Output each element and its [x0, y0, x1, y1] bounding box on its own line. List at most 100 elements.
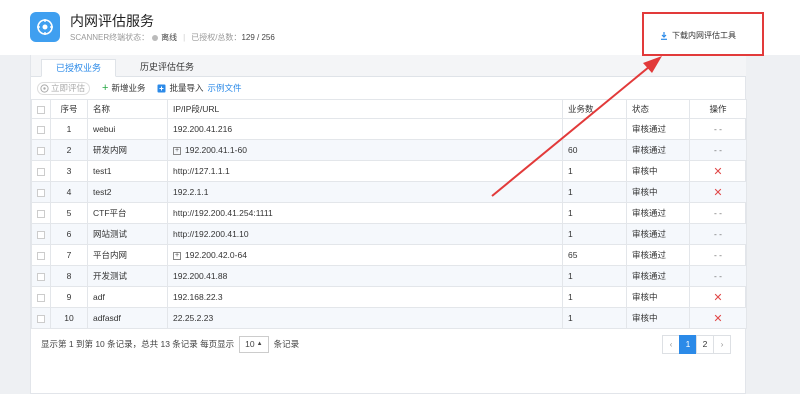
table-footer: 显示第 1 到第 10 条记录，总共 13 条记录 每页显示 10 ▲ 条记录	[41, 335, 299, 353]
cell-no: 2	[50, 139, 88, 161]
cell-name: 网站测试	[87, 223, 168, 245]
pagination-page-button[interactable]: 2	[696, 335, 714, 354]
table-row[interactable]: 9 adf 192.168.22.3 1 审核中 ✕	[31, 286, 747, 308]
page-title: 内网评估服务	[70, 13, 154, 29]
select-all-cell	[31, 99, 51, 119]
page-size-select[interactable]: 10 ▲	[239, 335, 269, 353]
records-unit: 条记录	[273, 339, 300, 349]
record-summary: 显示第 1 到第 10 条记录，总共 13 条记录 每页显示	[41, 339, 235, 349]
table-row[interactable]: 4 test2 192.2.1.1 1 审核中 ✕	[31, 181, 747, 203]
cell-operation: - -	[689, 139, 747, 161]
cell-count: 1	[562, 307, 627, 329]
pagination: ‹ 1 2 ›	[662, 335, 731, 354]
cell-count: 65	[562, 244, 627, 266]
page-size-value: 10	[245, 339, 255, 349]
no-operation: - -	[713, 145, 723, 155]
expand-icon[interactable]: +	[173, 251, 181, 260]
row-checkbox[interactable]	[37, 146, 45, 155]
row-checkbox[interactable]	[37, 293, 45, 302]
cell-count: 1	[562, 181, 627, 203]
cell-ip-text: 192.2.1.1	[173, 187, 209, 197]
cell-count: 1	[562, 265, 627, 287]
column-header-status[interactable]: 状态	[626, 99, 690, 119]
table-row[interactable]: 2 研发内网 +192.200.41.1-60 60 审核通过 - -	[31, 139, 747, 161]
select-all-checkbox[interactable]	[37, 105, 45, 114]
caret-down-icon: ▲	[256, 341, 263, 347]
cell-ip: 192.200.41.88	[167, 265, 563, 287]
cell-ip: 192.168.22.3	[167, 286, 563, 308]
delete-icon[interactable]: ✕	[713, 292, 722, 304]
pagination-prev-button[interactable]: ‹	[662, 335, 680, 354]
plus-icon: +	[102, 82, 109, 94]
table-row[interactable]: 10 adfasdf 22.25.2.23 1 审核中 ✕	[31, 307, 747, 329]
column-header-ip[interactable]: IP/IP段/URL	[167, 99, 563, 119]
download-tool-label: 下载内网评估工具	[672, 31, 736, 40]
column-header-count[interactable]: 业务数	[562, 99, 627, 119]
row-checkbox[interactable]	[37, 125, 45, 134]
cell-no: 8	[50, 265, 88, 287]
row-checkbox[interactable]	[37, 209, 45, 218]
download-tool-link[interactable]: 下载内网评估工具	[660, 30, 736, 41]
no-operation: - -	[713, 208, 723, 218]
cell-status: 审核中	[626, 307, 690, 329]
cell-no: 7	[50, 244, 88, 266]
row-checkbox[interactable]	[37, 272, 45, 281]
table-row[interactable]: 6 网站测试 http://192.200.41.10 1 审核通过 - -	[31, 223, 747, 245]
delete-icon[interactable]: ✕	[713, 313, 722, 325]
tab-authorized-business[interactable]: 已授权业务	[41, 59, 117, 77]
cell-count: 1	[562, 286, 627, 308]
column-header-operation: 操作	[689, 99, 747, 119]
pagination-next-button[interactable]: ›	[713, 335, 731, 354]
cell-no: 9	[50, 286, 88, 308]
row-checkbox[interactable]	[37, 167, 45, 176]
cell-no: 3	[50, 160, 88, 182]
cell-operation: - -	[689, 118, 747, 140]
cell-no: 10	[50, 307, 88, 329]
row-checkbox[interactable]	[37, 230, 45, 239]
cell-status: 审核通过	[626, 202, 690, 224]
cell-name: 平台内网	[87, 244, 168, 266]
cell-count: 1	[562, 202, 627, 224]
cell-count	[562, 118, 627, 140]
cell-name: CTF平台	[87, 202, 168, 224]
business-table: 序号 名称 IP/IP段/URL 业务数 状态 操作 1 webui 192.200…	[31, 99, 747, 329]
batch-import-label: 批量导入	[169, 83, 204, 93]
cell-ip-text: 192.200.41.1-60	[185, 145, 247, 155]
no-operation: - -	[713, 124, 723, 134]
evaluate-now-label: 立即评估	[51, 83, 86, 93]
table-row[interactable]: 1 webui 192.200.41.216 审核通过 - -	[31, 118, 747, 140]
add-business-button[interactable]: + 新增业务	[102, 82, 145, 94]
batch-import-button[interactable]: 批量导入	[157, 82, 203, 94]
row-checkbox-cell	[31, 118, 51, 140]
row-checkbox[interactable]	[37, 314, 45, 323]
cell-status: 审核通过	[626, 265, 690, 287]
no-operation: - -	[713, 271, 723, 281]
expand-icon[interactable]: +	[173, 146, 181, 155]
app-logo-icon	[30, 12, 60, 42]
evaluate-now-button[interactable]: 立即评估	[37, 81, 91, 95]
sample-file-link[interactable]: 示例文件	[207, 82, 241, 94]
add-business-label: 新增业务	[111, 83, 146, 93]
column-header-name[interactable]: 名称	[87, 99, 168, 119]
cell-ip: http://192.200.41.254:1111	[167, 202, 563, 224]
row-checkbox[interactable]	[37, 188, 45, 197]
scanner-status-label: SCANNER终端状态：	[70, 33, 150, 42]
table-row[interactable]: 3 test1 http://127.1.1.1 1 审核中 ✕	[31, 160, 747, 182]
cell-operation: - -	[689, 223, 747, 245]
table-row[interactable]: 5 CTF平台 http://192.200.41.254:1111 1 审核通过 - -	[31, 202, 747, 224]
delete-icon[interactable]: ✕	[713, 166, 722, 178]
cell-ip-text: 192.200.42.0-64	[185, 250, 247, 260]
column-header-no[interactable]: 序号	[50, 99, 88, 119]
row-checkbox[interactable]	[37, 251, 45, 260]
pagination-page-button[interactable]: 1	[679, 335, 697, 354]
cell-operation: - -	[689, 244, 747, 266]
page-header: 内网评估服务 SCANNER终端状态： 离线 | 已授权/总数：129 / 256 下…	[0, 0, 800, 55]
cell-status: 审核通过	[626, 139, 690, 161]
cell-operation: - -	[689, 265, 747, 287]
tab-history-tasks[interactable]: 历史评估任务	[126, 59, 208, 77]
row-checkbox-cell	[31, 307, 51, 329]
table-row[interactable]: 7 平台内网 +192.200.42.0-64 65 审核通过 - -	[31, 244, 747, 266]
delete-icon[interactable]: ✕	[713, 187, 722, 199]
cell-name: test1	[87, 160, 168, 182]
table-row[interactable]: 8 开发测试 192.200.41.88 1 审核通过 - -	[31, 265, 747, 287]
